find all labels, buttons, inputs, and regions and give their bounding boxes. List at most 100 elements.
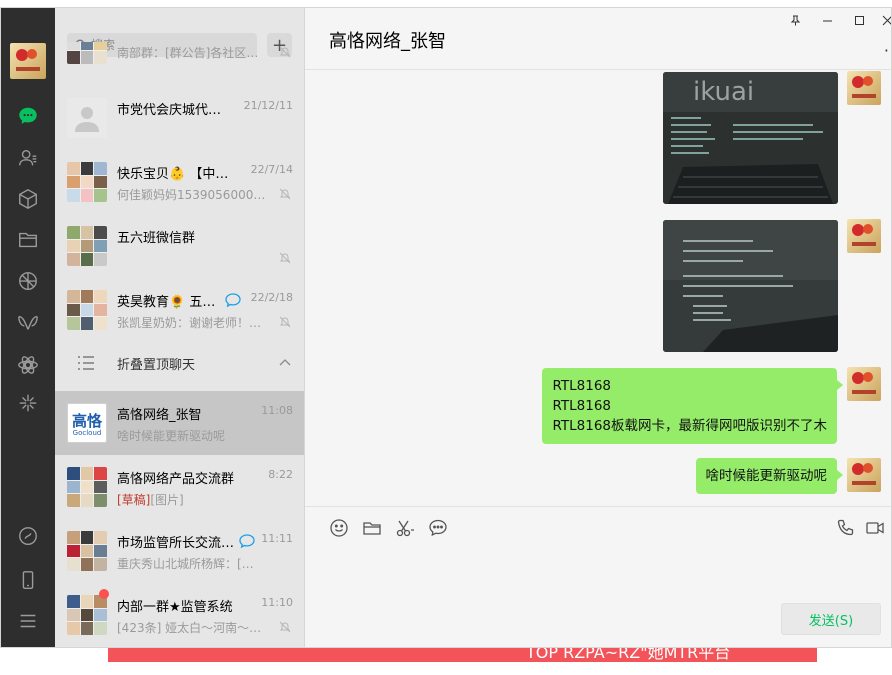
conversation-item[interactable]: 内部一群★监管系统 11:10 [423条] 娅太白～河南～… (55, 583, 304, 647)
pin-icon (790, 15, 800, 25)
conversation-name: 高恪网络_张智 (117, 408, 202, 423)
moments-icon[interactable] (13, 266, 43, 296)
fold-pinned-chats[interactable]: 折叠置顶聊天 (55, 335, 304, 391)
group-avatar (67, 42, 107, 64)
sender-avatar[interactable] (847, 458, 881, 492)
conversation-time: 11:08 (261, 404, 293, 417)
screenshot-button[interactable] (394, 517, 416, 539)
emoji-button[interactable] (328, 517, 350, 539)
message-line: RTL8168 (552, 378, 611, 394)
miniprogram-icon[interactable] (13, 388, 43, 418)
sender-avatar[interactable] (847, 71, 881, 105)
mini-program-link-icon[interactable] (13, 521, 43, 551)
company-logo-avatar: 高恪 Gocloud (67, 403, 107, 443)
avatar-logo-text: 高恪 (71, 412, 102, 430)
conversation-time: 11:10 (261, 596, 293, 609)
close-icon (882, 15, 891, 25)
voice-call-button[interactable] (835, 517, 857, 539)
conversation-time: 22/7/14 (250, 163, 293, 176)
close-button[interactable] (877, 12, 891, 28)
conversation-preview: [423条] 娅太白～河南～… (117, 621, 262, 635)
group-avatar (67, 290, 107, 330)
conversation-name: 市党代会庆城代… (117, 103, 222, 118)
chat-panel: 高恪网络_张智 · ikuai RTL8168 RTL8168 RTL8168板… (305, 8, 891, 647)
mute-icon (279, 252, 291, 264)
favorites-icon[interactable] (13, 184, 43, 214)
channels-icon[interactable] (13, 308, 43, 338)
menu-icon[interactable] (13, 606, 43, 636)
conversation-name: 市场监管所长交流… (117, 536, 235, 551)
chat-history-button[interactable] (427, 517, 449, 539)
image-caption: ikuai (693, 77, 754, 107)
phone-call-icon (837, 519, 854, 536)
maximize-icon (854, 15, 864, 25)
group-avatar (67, 162, 107, 202)
chat-icon[interactable] (13, 101, 43, 131)
send-button[interactable]: 发送(S) (781, 603, 881, 635)
mute-icon (279, 188, 291, 200)
emoji-icon (330, 519, 348, 537)
video-call-button[interactable] (864, 517, 886, 539)
group-avatar (67, 531, 107, 571)
group-avatar (67, 226, 107, 266)
chat-history-icon (429, 519, 447, 537)
conversation-list: + 南部群：[群公告]各社区… 市党代会庆城代… 21/12/11 快乐宝贝👶 … (55, 8, 305, 647)
conversation-preview: 南部群：[群公告]各社区… (117, 46, 259, 60)
conversation-preview: [草稿][图片] (117, 491, 267, 508)
minimize-button[interactable] (817, 12, 837, 28)
image-message[interactable] (663, 220, 838, 352)
conversation-name: 快乐宝贝👶 【中… (117, 167, 229, 182)
sender-avatar[interactable] (847, 219, 881, 253)
conversation-item[interactable]: 市党代会庆城代… 21/12/11 (55, 86, 304, 150)
text-message-bubble[interactable]: RTL8168 RTL8168 RTL8168板载网卡，最新得网吧版识别不了木 (542, 368, 843, 444)
group-avatar (67, 595, 107, 635)
conversation-time: 22/2/18 (250, 291, 293, 304)
phone-icon[interactable] (13, 565, 43, 595)
video-call-icon (866, 522, 884, 534)
conversation-preview: 啥时候能更新驱动呢 (117, 429, 226, 443)
conversation-name: 高恪网络产品交流群 (117, 472, 235, 487)
conversation-item[interactable]: 五六班微信群 (55, 214, 304, 278)
list-icon (78, 356, 94, 370)
search-discover-icon[interactable] (13, 350, 43, 380)
minimize-icon (822, 20, 832, 21)
conversation-time: 8:22 (268, 468, 293, 481)
conversation-item[interactable]: 快乐宝贝👶 【中… 22/7/14 何佳颖妈妈1539056000… (55, 150, 304, 214)
group-chat-badge-icon (225, 293, 241, 307)
conversation-time: 21/12/11 (243, 99, 293, 112)
chat-header: 高恪网络_张智 · (305, 8, 891, 70)
files-icon[interactable] (13, 225, 43, 255)
more-options-button[interactable]: · (884, 41, 889, 60)
conversation-item[interactable]: 市场监管所长交流… 11:11 重庆秀山北城所杨辉：[… (55, 519, 304, 583)
conversation-time: 11:11 (261, 532, 293, 545)
message-composer: 发送(S) (305, 506, 891, 647)
unread-dot (99, 589, 109, 599)
image-message[interactable]: ikuai (663, 72, 838, 204)
maximize-button[interactable] (849, 12, 869, 28)
conversation-item[interactable]: 英昊教育🌻 五… 22/2/18 张凯星奶奶：谢谢老师！… (55, 278, 304, 342)
message-line: 啥时候能更新驱动呢 (705, 468, 828, 484)
send-file-button[interactable] (361, 517, 383, 539)
conversation-name: 内部一群★监管系统 (117, 600, 233, 615)
draft-preview: [图片] (150, 493, 184, 507)
group-chat-badge-icon (239, 534, 255, 548)
conversation-item[interactable]: 南部群：[群公告]各社区… (55, 42, 304, 76)
screen-photo-image: ikuai (663, 72, 838, 204)
pin-window-button[interactable] (785, 12, 805, 28)
background-banner-text: TOP RZPA~RZ"她MTR平台 (526, 648, 731, 662)
user-avatar[interactable] (10, 43, 46, 79)
conversation-item[interactable]: 高恪网络产品交流群 8:22 [草稿][图片] (55, 455, 304, 519)
sender-avatar[interactable] (847, 367, 881, 401)
chat-title: 高恪网络_张智 (329, 31, 446, 52)
desktop-backdrop: TOP RZPA~RZ"她MTR平台 (0, 648, 892, 675)
conversation-preview: 张凯星奶奶：谢谢老师！… (117, 316, 262, 330)
conversation-item-active[interactable]: 高恪 Gocloud 高恪网络_张智 11:08 啥时候能更新驱动呢 (55, 391, 304, 455)
scissors-icon (396, 520, 414, 537)
chevron-up-icon (279, 359, 291, 366)
contacts-icon[interactable] (13, 143, 43, 173)
background-banner: TOP RZPA~RZ"她MTR平台 (108, 648, 817, 662)
text-message-bubble[interactable]: 啥时候能更新驱动呢 (695, 458, 843, 494)
mute-icon (279, 621, 291, 633)
message-line: RTL8168板载网卡，最新得网吧版识别不了木 (552, 418, 827, 434)
draft-label: [草稿] (117, 493, 151, 507)
